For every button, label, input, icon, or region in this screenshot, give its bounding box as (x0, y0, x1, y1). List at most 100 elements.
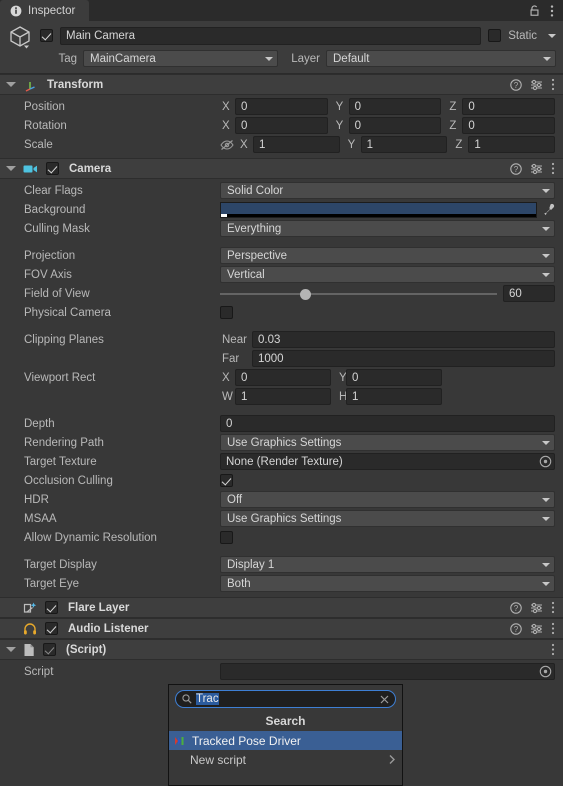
fov-axis-dropdown[interactable]: Vertical (220, 266, 555, 283)
viewport-rect-xy-row: Viewport Rect X 0 Y 0 (8, 368, 555, 387)
svg-text:?: ? (514, 625, 519, 634)
static-dropdown-caret-icon[interactable] (548, 33, 556, 38)
layer-dropdown[interactable]: Default (326, 50, 556, 67)
target-texture-objectfield[interactable]: None (Render Texture) (220, 453, 555, 470)
chevron-down-icon (542, 516, 550, 521)
kebab-menu-icon[interactable] (551, 643, 555, 656)
search-field[interactable]: Trac (175, 690, 396, 708)
foldout-arrow-icon[interactable] (6, 166, 16, 171)
clear-x-icon[interactable] (380, 695, 389, 704)
chevron-down-icon (542, 497, 550, 502)
slider-handle[interactable] (300, 288, 312, 300)
chevron-down-icon (542, 272, 550, 277)
near-clip-input[interactable]: 0.03 (252, 331, 555, 348)
help-icon[interactable]: ? (510, 601, 522, 614)
physical-camera-checkbox[interactable] (220, 306, 233, 319)
axis-z-label: Z (449, 119, 457, 132)
preset-settings-icon[interactable] (530, 79, 543, 91)
rendering-path-dropdown[interactable]: Use Graphics Settings (220, 434, 555, 451)
preset-settings-icon[interactable] (530, 163, 543, 175)
magnifier-icon (182, 694, 192, 704)
svg-text:?: ? (514, 165, 519, 174)
preset-settings-icon[interactable] (530, 623, 543, 635)
camera-enabled-checkbox[interactable] (46, 162, 59, 175)
rotation-y-input[interactable]: 0 (348, 117, 442, 134)
property-label: Script (24, 665, 54, 678)
preset-settings-icon[interactable] (530, 602, 543, 614)
position-x-input[interactable]: 0 (235, 98, 328, 115)
flare-layer-enabled-checkbox[interactable] (45, 601, 58, 614)
rotation-z-input[interactable]: 0 (462, 117, 556, 134)
component-title: Camera (69, 162, 112, 175)
background-color-swatch[interactable] (220, 201, 537, 218)
kebab-menu-icon[interactable] (551, 622, 555, 635)
lock-icon[interactable] (528, 4, 541, 17)
gameobject-name-input[interactable]: Main Camera (60, 26, 482, 45)
script-file-icon (23, 643, 35, 657)
culling-mask-dropdown[interactable]: Everything (220, 220, 555, 237)
kebab-menu-icon[interactable] (551, 162, 555, 175)
background-alpha-bar (221, 213, 536, 217)
projection-dropdown[interactable]: Perspective (220, 247, 555, 264)
foldout-arrow-icon[interactable] (6, 82, 16, 87)
tab-inspector[interactable]: Inspector (0, 0, 90, 21)
viewport-y-label: Y (339, 371, 347, 384)
script-objectfield[interactable] (220, 663, 555, 680)
viewport-y-input[interactable]: 0 (346, 369, 442, 386)
kebab-menu-icon[interactable] (550, 4, 554, 18)
gameobject-enabled-checkbox[interactable] (40, 29, 53, 42)
help-icon[interactable]: ? (510, 622, 522, 635)
projection-row: Projection Perspective (8, 246, 555, 265)
clear-flags-dropdown[interactable]: Solid Color (220, 182, 555, 199)
script-enabled-checkbox[interactable] (43, 643, 56, 656)
component-header-flare-layer[interactable]: Flare Layer ? (0, 597, 563, 618)
target-eye-dropdown[interactable]: Both (220, 575, 555, 592)
allow-dynamic-resolution-checkbox[interactable] (220, 531, 233, 544)
component-header-transform[interactable]: Transform ? (0, 74, 563, 95)
audio-listener-enabled-checkbox[interactable] (45, 622, 58, 635)
info-icon (10, 5, 22, 17)
component-header-script[interactable]: (Script) (0, 639, 563, 660)
scale-y-input[interactable]: 1 (360, 136, 448, 153)
foldout-arrow-icon[interactable] (6, 647, 16, 652)
scale-z-input[interactable]: 1 (468, 136, 556, 153)
kebab-menu-icon[interactable] (551, 601, 555, 614)
component-header-camera[interactable]: Camera ? (0, 158, 563, 179)
help-icon[interactable]: ? (510, 78, 522, 91)
occlusion-culling-row: Occlusion Culling (8, 471, 555, 490)
object-picker-icon[interactable] (539, 455, 552, 468)
viewport-h-input[interactable]: 1 (346, 388, 442, 405)
headphones-icon (23, 622, 37, 636)
msaa-dropdown[interactable]: Use Graphics Settings (220, 510, 555, 527)
field-of-view-slider[interactable] (220, 287, 497, 301)
position-y-input[interactable]: 0 (348, 98, 442, 115)
field-of-view-input[interactable]: 60 (503, 285, 555, 302)
rendering-path-row: Rendering Path Use Graphics Settings (8, 433, 555, 452)
help-icon[interactable]: ? (510, 162, 522, 175)
tag-dropdown[interactable]: MainCamera (83, 50, 278, 67)
component-header-audio-listener[interactable]: Audio Listener ? (0, 618, 563, 639)
static-checkbox[interactable] (488, 29, 502, 42)
search-result-new-script[interactable]: New script (169, 750, 402, 769)
search-result-tracked-pose-driver[interactable]: Tracked Pose Driver (169, 731, 402, 750)
component-header-actions: ? (510, 162, 555, 175)
property-label: Target Eye (24, 577, 79, 590)
scale-x-input[interactable]: 1 (253, 136, 340, 153)
object-picker-icon[interactable] (539, 665, 552, 678)
eyedropper-icon[interactable] (541, 203, 555, 217)
gameobject-cube-icon[interactable] (7, 24, 33, 50)
kebab-menu-icon[interactable] (551, 78, 555, 91)
position-z-input[interactable]: 0 (462, 98, 556, 115)
viewport-x-input[interactable]: 0 (235, 369, 331, 386)
occlusion-culling-checkbox[interactable] (220, 474, 233, 487)
far-clip-input[interactable]: 1000 (252, 350, 555, 367)
target-display-dropdown[interactable]: Display 1 (220, 556, 555, 573)
constrain-proportions-off-icon[interactable] (220, 139, 238, 151)
hdr-dropdown[interactable]: Off (220, 491, 555, 508)
near-label: Near (222, 333, 247, 346)
search-popup-title: Search (265, 714, 306, 728)
depth-input[interactable]: 0 (220, 415, 555, 432)
rotation-x-input[interactable]: 0 (235, 117, 328, 134)
search-input[interactable]: Trac (196, 693, 376, 705)
viewport-w-input[interactable]: 1 (235, 388, 331, 405)
